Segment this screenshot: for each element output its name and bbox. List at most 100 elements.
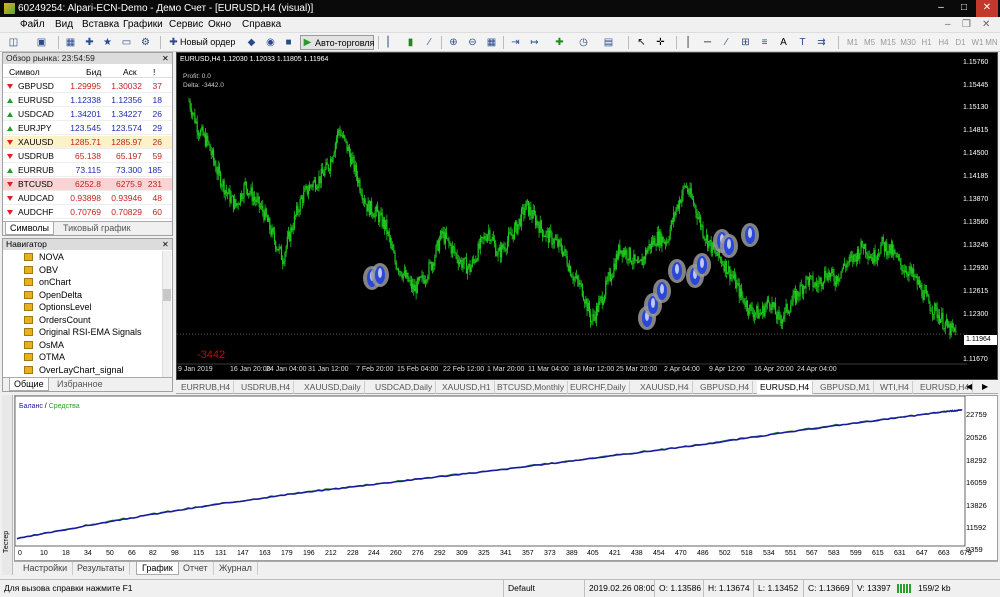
tabs-scroll-right-icon[interactable]: ▶ bbox=[982, 382, 988, 391]
horizontal-line-icon[interactable]: ─ bbox=[700, 35, 715, 50]
tile-windows-icon[interactable]: ▦ bbox=[484, 35, 499, 50]
navigator-scrollbar[interactable] bbox=[162, 251, 171, 377]
chart-tab[interactable]: EURCHF,Daily bbox=[567, 381, 630, 394]
navigator-item[interactable]: OTMA bbox=[24, 351, 65, 363]
chart-tab[interactable]: BTCUSD,Monthly bbox=[494, 381, 569, 394]
chart-tab[interactable]: USDCAD,Daily bbox=[372, 381, 437, 394]
timeframe-h4[interactable]: H4 bbox=[935, 36, 952, 49]
menu-file[interactable]: Файл bbox=[20, 17, 45, 33]
navigator-item[interactable]: OsMA bbox=[24, 339, 64, 351]
mdi-close-icon[interactable]: ✕ bbox=[982, 17, 990, 33]
menu-view[interactable]: Вид bbox=[55, 17, 73, 33]
market-watch-row[interactable]: EURJPY 123.545 123.574 29 bbox=[3, 122, 172, 135]
tab-symbols[interactable]: Символы bbox=[5, 222, 54, 235]
market-icon[interactable]: ■ bbox=[281, 35, 296, 50]
tabs-scroll-left-icon[interactable]: ◀ bbox=[966, 382, 972, 391]
navigator-icon[interactable]: ★ bbox=[100, 35, 115, 50]
market-watch-row[interactable]: USDCAD 1.34201 1.34227 26 bbox=[3, 108, 172, 121]
column-bid[interactable]: Бид bbox=[86, 66, 101, 78]
new-chart-icon[interactable]: ◫ bbox=[6, 35, 21, 50]
profiles-icon[interactable]: ▣ bbox=[34, 35, 49, 50]
arrows-icon[interactable]: ⇉ bbox=[814, 35, 829, 50]
indicators-icon[interactable]: ✚ bbox=[552, 35, 567, 50]
mdi-restore-icon[interactable]: ❐ bbox=[962, 17, 971, 33]
timeframe-m5[interactable]: M5 bbox=[861, 36, 878, 49]
market-watch-row[interactable]: EURRUB 73.115 73.300 185 bbox=[3, 164, 172, 177]
column-symbol[interactable]: Символ bbox=[9, 66, 40, 78]
autoscroll-icon[interactable]: ⇥ bbox=[508, 35, 523, 50]
chart-tab[interactable]: WTI,H4 bbox=[877, 381, 913, 394]
metaeditor-icon[interactable]: ◆ bbox=[244, 35, 259, 50]
scrollbar-thumb[interactable] bbox=[163, 289, 171, 301]
navigator-item[interactable]: Original RSI-EMA Signals bbox=[24, 326, 142, 338]
tester-tab[interactable]: Результаты bbox=[72, 562, 131, 575]
tester-icon[interactable]: ⚙ bbox=[138, 35, 153, 50]
timeframe-m1[interactable]: M1 bbox=[844, 36, 861, 49]
menu-insert[interactable]: Вставка bbox=[82, 17, 119, 33]
chart-tab[interactable]: EURRUB,H4 bbox=[178, 381, 235, 394]
trendline-icon[interactable]: ∕ bbox=[719, 35, 734, 50]
market-watch-row[interactable]: AUDCHF 0.70769 0.70829 60 bbox=[3, 206, 172, 219]
market-watch-row[interactable]: XAUUSD 1285.71 1285.97 26 bbox=[3, 136, 172, 149]
navigator-item[interactable]: onChart bbox=[24, 276, 71, 288]
templates-icon[interactable]: ▤ bbox=[601, 35, 616, 50]
tab-common[interactable]: Общие bbox=[9, 378, 49, 391]
zoom-out-icon[interactable]: ⊖ bbox=[465, 35, 480, 50]
terminal-icon[interactable]: ▭ bbox=[119, 35, 134, 50]
menu-charts[interactable]: Графики bbox=[123, 17, 163, 33]
menu-help[interactable]: Справка bbox=[242, 17, 281, 33]
market-watch-row[interactable]: AUDCAD 0.93898 0.93946 48 bbox=[3, 192, 172, 205]
channel-icon[interactable]: ⊞ bbox=[738, 35, 753, 50]
column-spread[interactable]: ! bbox=[153, 66, 155, 78]
tester-tab[interactable]: Отчет bbox=[178, 562, 214, 575]
market-watch-row[interactable]: EURUSD 1.12338 1.12356 18 bbox=[3, 94, 172, 107]
crosshair-icon[interactable]: ✛ bbox=[653, 35, 668, 50]
menu-service[interactable]: Сервис bbox=[169, 17, 203, 33]
periods-icon[interactable]: ◷ bbox=[576, 35, 591, 50]
navigator-item[interactable]: OrdersCount bbox=[24, 314, 91, 326]
column-ask[interactable]: Аск bbox=[123, 66, 137, 78]
navigator-item[interactable]: OverLayChart_signal bbox=[24, 364, 124, 376]
timeframe-mn[interactable]: MN bbox=[984, 36, 999, 49]
chart-canvas[interactable] bbox=[177, 53, 997, 379]
chart-shift-icon[interactable]: ↦ bbox=[527, 35, 542, 50]
tester-tab[interactable]: Журнал bbox=[214, 562, 258, 575]
navigator-item[interactable]: OBV bbox=[24, 264, 58, 276]
menu-window[interactable]: Окно bbox=[208, 17, 231, 33]
chart-tab[interactable]: XAUUSD,H1 bbox=[439, 381, 495, 394]
navigator-item[interactable]: OptionsLevel bbox=[24, 301, 92, 313]
panel-close-icon[interactable]: ✕ bbox=[162, 53, 169, 64]
tab-tick-chart[interactable]: Тиковый график bbox=[59, 222, 135, 235]
bar-chart-icon[interactable]: ▏ bbox=[384, 35, 399, 50]
navigator-item[interactable]: OpenDelta bbox=[24, 289, 82, 301]
candle-chart-icon[interactable]: ▮ bbox=[403, 35, 418, 50]
minimize-icon[interactable]: – bbox=[930, 0, 952, 17]
market-watch-row[interactable]: BTCUSD 6252.8 6275.9 231 bbox=[3, 178, 172, 191]
timeframe-m30[interactable]: M30 bbox=[898, 36, 918, 49]
data-window-icon[interactable]: ✚ bbox=[82, 35, 97, 50]
fibonacci-icon[interactable]: ≡ bbox=[757, 35, 772, 50]
tester-tab[interactable]: Настройки bbox=[18, 562, 74, 575]
close-icon[interactable]: ✕ bbox=[976, 0, 998, 17]
navigator-item[interactable]: NOVA bbox=[24, 251, 64, 263]
zoom-in-icon[interactable]: ⊕ bbox=[446, 35, 461, 50]
timeframe-d1[interactable]: D1 bbox=[952, 36, 969, 49]
cursor-icon[interactable]: ↖ bbox=[634, 35, 649, 50]
price-chart[interactable]: EURUSD,H4 1.12030 1.12033 1.11805 1.1196… bbox=[176, 52, 998, 380]
label-icon[interactable]: T bbox=[795, 35, 810, 50]
chart-tab[interactable]: EURUSD,H4 bbox=[917, 381, 974, 394]
chart-tab[interactable]: GBPUSD,H4 bbox=[697, 381, 754, 394]
tester-tab[interactable]: График bbox=[136, 562, 179, 575]
chart-tab[interactable]: USDRUB,H4 bbox=[238, 381, 295, 394]
text-icon[interactable]: A bbox=[776, 35, 791, 50]
vertical-line-icon[interactable]: │ bbox=[681, 35, 696, 50]
line-chart-icon[interactable]: ∕ bbox=[422, 35, 437, 50]
mdi-minimize-icon[interactable]: – bbox=[945, 17, 951, 33]
chart-tab[interactable]: EURUSD,H4 bbox=[757, 381, 814, 394]
maximize-icon[interactable]: □ bbox=[953, 0, 975, 17]
timeframe-h1[interactable]: H1 bbox=[918, 36, 935, 49]
chart-tab[interactable]: XAUUSD,Daily bbox=[301, 381, 365, 394]
panel-close-icon[interactable]: ✕ bbox=[162, 239, 169, 250]
signals-icon[interactable]: ◉ bbox=[263, 35, 278, 50]
market-watch-row[interactable]: USDRUB 65.138 65.197 59 bbox=[3, 150, 172, 163]
